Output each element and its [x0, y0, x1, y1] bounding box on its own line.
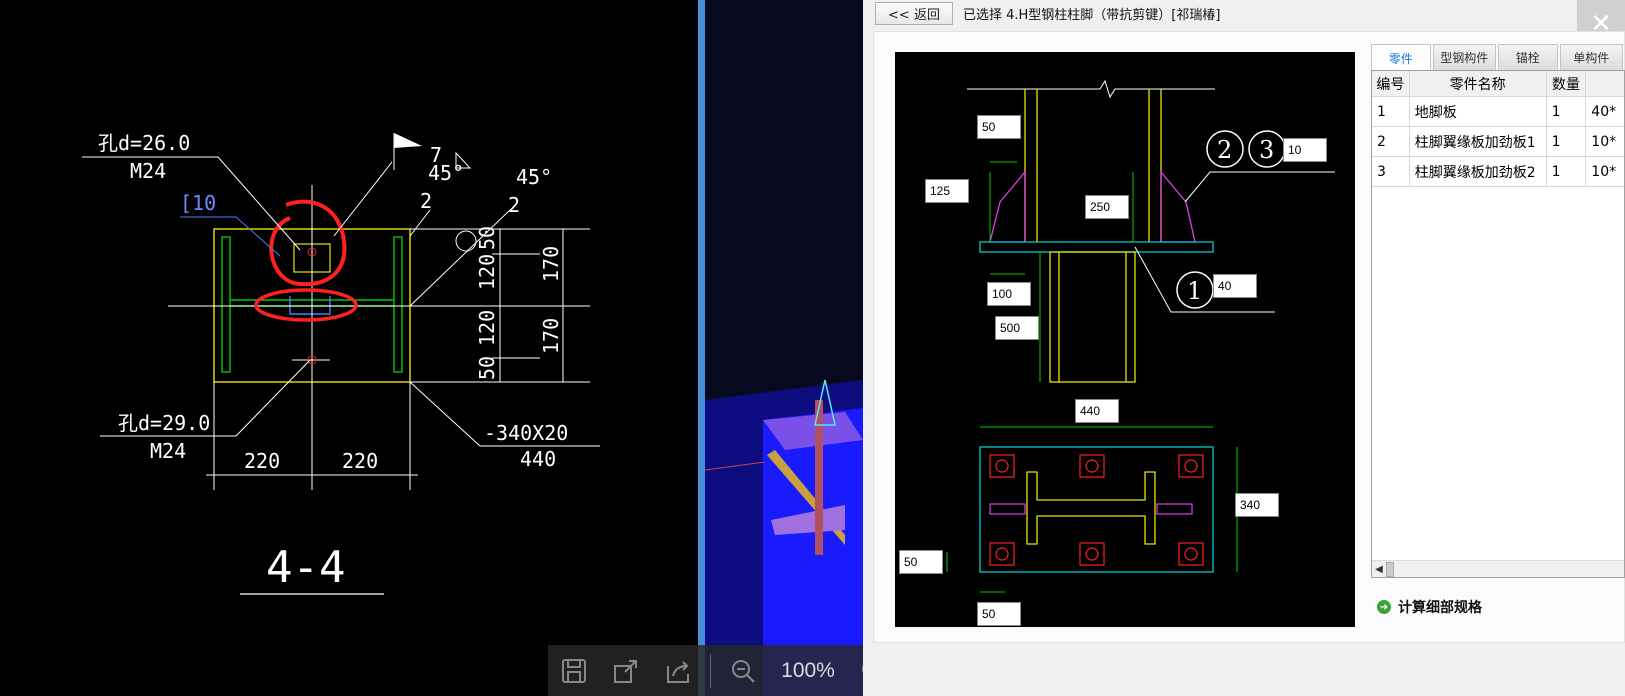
- bolt-top-label: M24: [130, 159, 166, 183]
- cell-name: 柱脚翼缘板加劲板1: [1410, 127, 1547, 156]
- tab-anchor-bolts[interactable]: 锚栓: [1498, 44, 1558, 70]
- bolt-bottom-label: M24: [150, 439, 186, 463]
- weld-size-2a: 2: [420, 189, 432, 213]
- dim-input-50-bottom[interactable]: 50: [977, 602, 1021, 626]
- cad-drawing: 孔d=26.0 M24 [10 孔d=29.0 M24 45° 45° 7 2 …: [82, 131, 600, 595]
- horizontal-scrollbar[interactable]: ◀: [1372, 560, 1624, 577]
- cell-spec: 10*: [1591, 133, 1617, 150]
- table-row[interactable]: 3 柱脚翼缘板加劲板2 1 10*: [1372, 157, 1624, 187]
- dim-220-right: 220: [342, 449, 378, 473]
- markup-ellipse: [254, 288, 358, 322]
- export-icon[interactable]: [600, 645, 652, 696]
- dim-170-bottom: 170: [539, 318, 563, 354]
- callout-3: 3: [1259, 136, 1274, 164]
- 3d-view-pane[interactable]: [705, 0, 863, 696]
- dim-input-340[interactable]: 340: [1235, 493, 1279, 517]
- 3d-model: [705, 0, 863, 696]
- dim-input-50-top[interactable]: 50: [977, 115, 1021, 139]
- tab-parts[interactable]: 零件: [1371, 44, 1431, 71]
- dim-input-500[interactable]: 500: [995, 316, 1039, 340]
- weld-size-7: 7: [430, 143, 442, 167]
- weld-angle-2: 45°: [516, 165, 552, 189]
- parts-table: 编号 零件名称 数量 1 地脚板 1 40* 2 柱脚翼缘板加劲板1 1 10*…: [1371, 70, 1625, 578]
- hole-top-label: 孔d=26.0: [98, 131, 190, 155]
- footing-dialog: << 返回 已选择 4.H型钢柱柱脚（带抗剪键）[祁瑞椿] ✕ 2 3 1 50…: [863, 0, 1625, 696]
- toolbar-separator: [710, 653, 711, 688]
- column-header-name[interactable]: 零件名称: [1410, 71, 1547, 96]
- tab-steel-members[interactable]: 型钢构件: [1432, 44, 1496, 70]
- footing-preview: 2 3 1 50 125 250 10 100 500 40 440 340 5…: [895, 52, 1355, 627]
- calc-detail-spec-button[interactable]: ➜ 计算细部规格: [1377, 597, 1482, 617]
- dim-input-50-left[interactable]: 50: [899, 550, 943, 574]
- flange-left: [221, 236, 231, 373]
- screen: 孔d=26.0 M24 [10 孔d=29.0 M24 45° 45° 7 2 …: [0, 0, 1625, 696]
- table-row[interactable]: 2 柱脚翼缘板加劲板1 1 10*: [1372, 127, 1624, 157]
- cell-no: 2: [1372, 127, 1410, 156]
- table-row[interactable]: 1 地脚板 1 40*: [1372, 97, 1624, 127]
- dim-120-top: 120: [475, 254, 499, 290]
- dim-input-10[interactable]: 10: [1283, 138, 1327, 162]
- dim-120-bottom: 120: [475, 310, 499, 346]
- share-icon[interactable]: [652, 645, 704, 696]
- tab-single-member[interactable]: 单构件: [1559, 44, 1623, 70]
- dim-input-40[interactable]: 40: [1213, 274, 1257, 298]
- callout-1: 1: [1187, 277, 1202, 305]
- table-header: 编号 零件名称 数量: [1372, 71, 1624, 97]
- dim-input-125[interactable]: 125: [925, 179, 969, 203]
- cell-no: 3: [1372, 157, 1410, 186]
- scroll-thumb[interactable]: [1386, 561, 1394, 577]
- scroll-left-icon[interactable]: ◀: [1372, 564, 1386, 575]
- back-button[interactable]: << 返回: [875, 2, 953, 25]
- dim-50-top: 50: [475, 226, 499, 250]
- column-header-spec[interactable]: [1586, 71, 1624, 96]
- cell-name: 柱脚翼缘板加劲板2: [1410, 157, 1547, 186]
- cell-qty: 1: [1547, 157, 1587, 186]
- cell-name: 地脚板: [1410, 97, 1547, 126]
- cell-qty: 1: [1547, 127, 1587, 156]
- calc-detail-spec-label: 计算细部规格: [1398, 600, 1482, 616]
- cell-qty: 1: [1547, 97, 1587, 126]
- cad-drawing-pane[interactable]: 孔d=26.0 M24 [10 孔d=29.0 M24 45° 45° 7 2 …: [0, 0, 698, 696]
- dim-input-440[interactable]: 440: [1075, 399, 1119, 423]
- cell-spec: 40*: [1591, 103, 1617, 120]
- selected-node-label: 已选择 4.H型钢柱柱脚（带抗剪键）[祁瑞椿]: [963, 8, 1221, 23]
- channel-label: [10: [180, 191, 216, 215]
- column-header-no[interactable]: 编号: [1372, 71, 1410, 96]
- column-header-qty[interactable]: 数量: [1547, 71, 1587, 96]
- dim-50-bottom: 50: [475, 356, 499, 380]
- hole-bottom-label: 孔d=29.0: [118, 411, 210, 435]
- dialog-header: << 返回 已选择 4.H型钢柱柱脚（带抗剪键）[祁瑞椿]: [863, 0, 1625, 27]
- pane-divider[interactable]: [698, 0, 705, 696]
- arrow-right-icon: ➜: [1377, 600, 1391, 614]
- zoom-out-icon[interactable]: [717, 645, 769, 696]
- dim-220-left: 220: [244, 449, 280, 473]
- weld-size-2b: 2: [508, 193, 520, 217]
- parts-tabs: 零件 型钢构件 锚栓 单构件: [1371, 44, 1625, 71]
- plate-size-label: -340X20: [484, 421, 568, 445]
- zoom-level: 100%: [781, 658, 835, 682]
- cell-no: 1: [1372, 97, 1410, 126]
- dim-input-250[interactable]: 250: [1085, 195, 1129, 219]
- flange-right: [393, 236, 403, 373]
- section-label: 4-4: [266, 542, 345, 593]
- plate-length-label: 440: [520, 447, 556, 471]
- callout-2: 2: [1217, 136, 1232, 164]
- save-icon[interactable]: [548, 645, 600, 696]
- dim-input-100[interactable]: 100: [987, 282, 1031, 306]
- cell-spec: 10*: [1591, 163, 1617, 180]
- dim-170-top: 170: [539, 246, 563, 282]
